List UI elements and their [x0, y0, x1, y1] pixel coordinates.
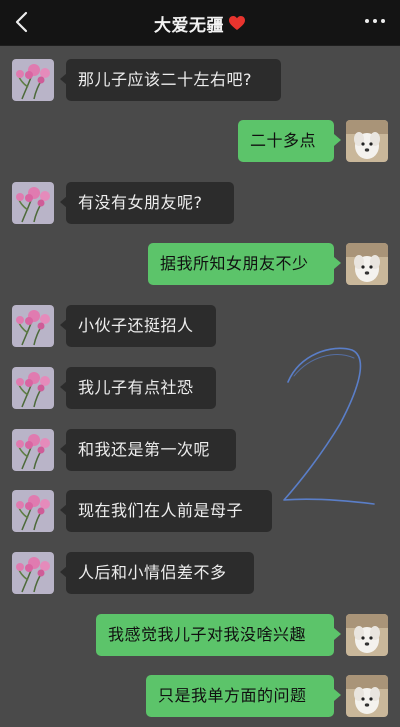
message-row: 人后和小情侣差不多 [0, 552, 400, 596]
message-row: 和我还是第一次呢 [0, 429, 400, 473]
bubble-tail [334, 134, 341, 146]
contact-avatar[interactable] [12, 429, 54, 471]
message-row: 有没有女朋友呢? [0, 182, 400, 226]
chat-screen: 大爱无疆 那儿子应该二十左右吧? 二十多点 有没有女朋友呢? 据我所知女朋友不少… [0, 0, 400, 727]
self-avatar[interactable] [346, 243, 388, 285]
outgoing-message-bubble[interactable]: 我感觉我儿子对我没啥兴趣 [96, 614, 334, 656]
incoming-message-bubble[interactable]: 现在我们在人前是母子 [66, 490, 272, 532]
incoming-message-bubble[interactable]: 小伙子还挺招人 [66, 305, 216, 347]
self-avatar[interactable] [346, 675, 388, 717]
chat-header: 大爱无疆 [0, 0, 400, 46]
message-row: 现在我们在人前是母子 [0, 490, 400, 534]
message-row: 那儿子应该二十左右吧? [0, 59, 400, 103]
bubble-tail [334, 257, 341, 269]
chat-title-area: 大爱无疆 [0, 0, 400, 46]
message-row: 只是我单方面的问题 [0, 675, 400, 719]
message-list[interactable]: 那儿子应该二十左右吧? 二十多点 有没有女朋友呢? 据我所知女朋友不少 小伙子还… [0, 46, 400, 727]
message-row: 据我所知女朋友不少 [0, 243, 400, 287]
incoming-message-bubble[interactable]: 人后和小情侣差不多 [66, 552, 254, 594]
contact-avatar[interactable] [12, 490, 54, 532]
contact-avatar[interactable] [12, 305, 54, 347]
incoming-message-bubble[interactable]: 我儿子有点社恐 [66, 367, 216, 409]
contact-avatar[interactable] [12, 182, 54, 224]
contact-avatar[interactable] [12, 367, 54, 409]
bubble-tail [334, 628, 341, 640]
bubble-tail [334, 689, 341, 701]
more-dots-icon[interactable] [364, 16, 386, 26]
message-row: 我儿子有点社恐 [0, 367, 400, 411]
self-avatar[interactable] [346, 120, 388, 162]
outgoing-message-bubble[interactable]: 只是我单方面的问题 [146, 675, 334, 717]
message-row: 我感觉我儿子对我没啥兴趣 [0, 614, 400, 658]
incoming-message-bubble[interactable]: 有没有女朋友呢? [66, 182, 234, 224]
incoming-message-bubble[interactable]: 那儿子应该二十左右吧? [66, 59, 281, 101]
message-row: 二十多点 [0, 120, 400, 164]
outgoing-message-bubble[interactable]: 二十多点 [238, 120, 334, 162]
outgoing-message-bubble[interactable]: 据我所知女朋友不少 [148, 243, 334, 285]
chat-title: 大爱无疆 [154, 15, 224, 36]
contact-avatar[interactable] [12, 552, 54, 594]
message-row: 小伙子还挺招人 [0, 305, 400, 349]
self-avatar[interactable] [346, 614, 388, 656]
red-heart-icon [229, 16, 245, 30]
contact-avatar[interactable] [12, 59, 54, 101]
back-chevron-icon[interactable] [8, 7, 36, 37]
incoming-message-bubble[interactable]: 和我还是第一次呢 [66, 429, 236, 471]
